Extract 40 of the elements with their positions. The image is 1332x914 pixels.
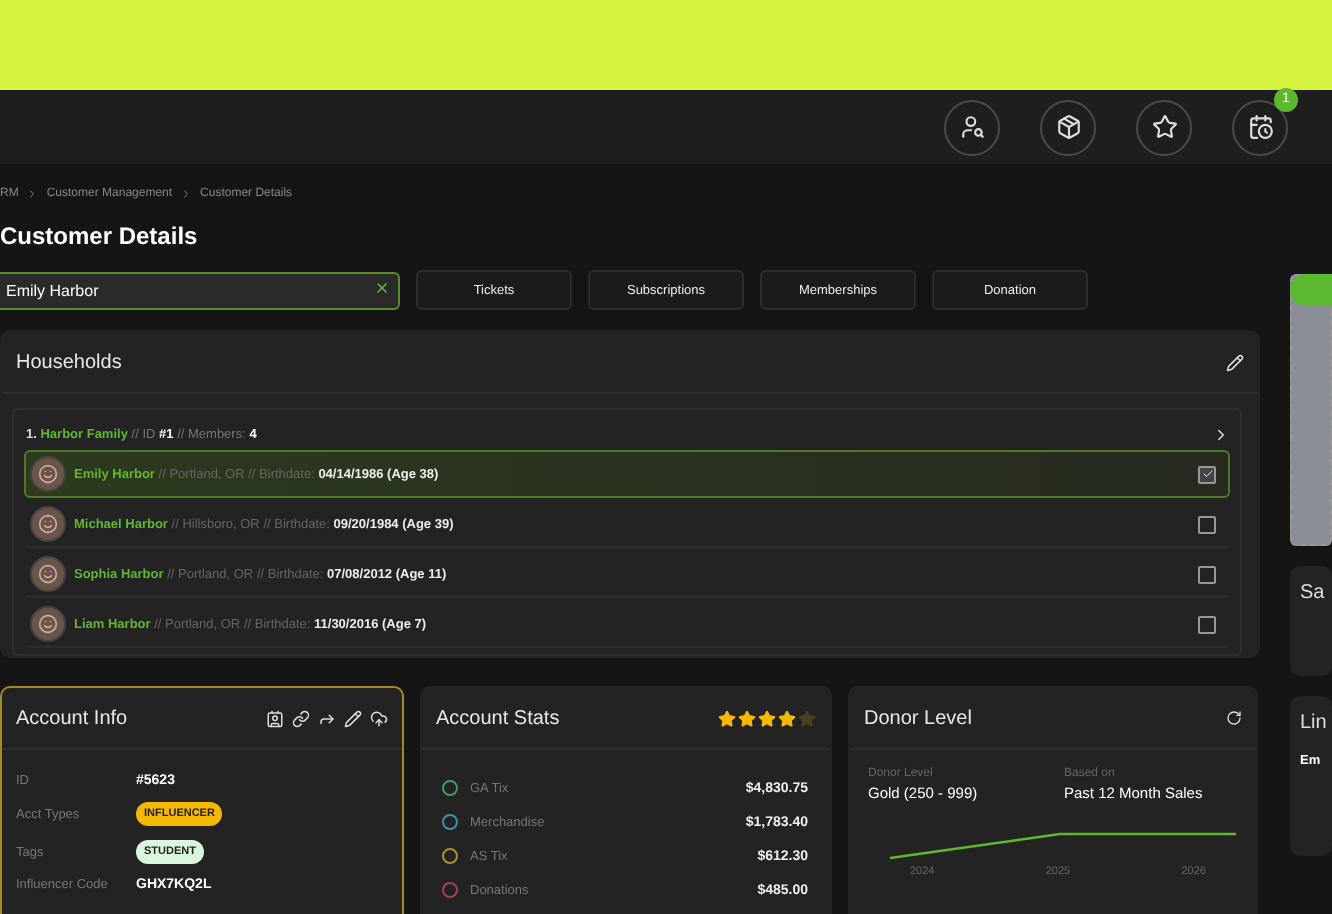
avatar	[30, 506, 66, 542]
box-icon	[1055, 114, 1081, 140]
page-title: Customer Details	[0, 222, 200, 250]
avatar	[30, 456, 66, 492]
edit-icon[interactable]	[344, 709, 362, 727]
checkbox[interactable]	[1198, 515, 1216, 533]
cloud-upload-icon[interactable]	[370, 709, 388, 727]
panel-title: Account Stats	[436, 707, 560, 729]
star-icon	[798, 709, 816, 727]
panel-title: Account Info	[16, 707, 128, 729]
user-search-button[interactable]	[944, 99, 1000, 155]
favorites-button[interactable]	[1136, 99, 1192, 155]
panel-title: Sa	[1300, 582, 1322, 604]
panel-title: Households	[16, 351, 122, 373]
avatar	[30, 606, 66, 642]
star-icon	[758, 709, 776, 727]
search-field[interactable]: Emily Harbor	[0, 272, 400, 310]
calendar-clock-icon	[1247, 114, 1273, 140]
chevron-icon	[26, 188, 39, 200]
checkbox[interactable]	[1198, 565, 1216, 583]
user-search-icon	[959, 114, 985, 140]
panel-title: Donor Level	[864, 707, 972, 729]
edit-icon[interactable]	[1226, 353, 1244, 371]
panel-title: Lin	[1300, 712, 1322, 734]
share-icon[interactable]	[318, 709, 336, 727]
box-button[interactable]	[1040, 99, 1096, 155]
chevron-icon[interactable]	[1212, 425, 1230, 443]
clear-icon[interactable]	[374, 280, 390, 296]
avatar	[30, 556, 66, 592]
star-icon	[718, 709, 736, 727]
link-icon[interactable]	[292, 709, 310, 727]
contact-card-icon[interactable]	[266, 709, 284, 727]
chevron-icon	[180, 188, 193, 200]
star-icon	[778, 709, 796, 727]
checkbox[interactable]	[1198, 465, 1216, 483]
star-icon	[738, 709, 756, 727]
calendar-button[interactable]	[1232, 99, 1288, 155]
star-icon	[1151, 114, 1177, 140]
refresh-icon[interactable]	[1226, 710, 1242, 726]
checkbox[interactable]	[1198, 615, 1216, 633]
